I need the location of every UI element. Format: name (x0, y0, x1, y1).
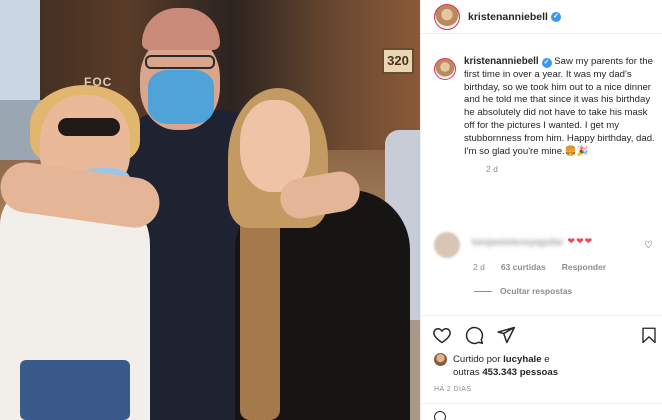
caption-username[interactable]: kristenanniebell (464, 56, 539, 67)
comment-timestamp[interactable]: 2 d (473, 262, 485, 272)
author-username[interactable]: kristenanniebell (468, 11, 548, 23)
post-side-panel: kristenanniebell ✓ kristenanniebell ✓ Saw… (420, 0, 662, 420)
liked-by: Curtido por lucyhale e outras 453.343 pe… (434, 353, 659, 379)
comment-reply-button[interactable]: Responder (562, 262, 606, 272)
comment-meta: 2 d 63 curtidas Responder (473, 262, 659, 272)
liker-avatar[interactable] (434, 353, 447, 366)
liked-by-prefix: Curtido por (453, 354, 501, 365)
daughter-scarf (240, 200, 280, 420)
comment-likes-count[interactable]: 63 curtidas (501, 262, 546, 272)
liked-by-user[interactable]: lucyhale (503, 353, 541, 366)
commenter-avatar[interactable] (434, 232, 460, 258)
hide-replies-button[interactable]: Ocultar respostas (474, 286, 572, 296)
caption-text: kristenanniebell ✓ Saw my parents for the… (464, 56, 659, 158)
hide-replies-line (474, 290, 492, 292)
post-caption: kristenanniebell ✓ Saw my parents for the… (434, 56, 659, 174)
post-date[interactable]: HÁ 2 DIAS (434, 386, 471, 393)
hide-replies-label: Ocultar respostas (500, 286, 573, 296)
bookmark-icon[interactable] (640, 325, 658, 350)
post-actions (432, 325, 516, 350)
sky-background (0, 0, 40, 110)
caption-body: Saw my parents for the first time in ove… (464, 56, 655, 157)
commenter-username[interactable]: benjaminleveyaguilar (472, 237, 564, 247)
father-mask (148, 70, 214, 124)
author-avatar[interactable] (434, 3, 460, 30)
likes-count[interactable]: 453.343 pessoas (482, 367, 558, 378)
paper-plane-icon[interactable] (496, 325, 516, 350)
liked-by-others-prefix: outras (453, 367, 480, 378)
comment-text: benjaminleveyaguilar ❤❤❤ (472, 236, 593, 247)
father-glasses (145, 55, 215, 69)
verified-badge-icon: ✓ (550, 11, 561, 22)
comment-hearts: ❤❤❤ (567, 236, 594, 246)
post-header: kristenanniebell ✓ (421, 0, 662, 34)
caption-avatar[interactable] (434, 58, 456, 80)
post-photo[interactable]: FOC 320 (0, 0, 420, 420)
bottom-divider (421, 403, 662, 404)
address-sign: 320 (382, 48, 414, 74)
caption-verified-badge-icon: ✓ (541, 58, 552, 68)
caption-timestamp[interactable]: 2 d (486, 164, 659, 174)
heart-icon[interactable] (432, 325, 452, 350)
comment-item: benjaminleveyaguilar ❤❤❤ ♡ 2 d 63 curtid… (434, 232, 659, 272)
comment-icon[interactable] (464, 325, 484, 350)
mother-sunglasses (58, 118, 120, 136)
comment-like-heart-icon[interactable]: ♡ (644, 240, 653, 251)
mother-jeans (20, 360, 130, 420)
liked-by-and: e (544, 354, 550, 365)
emoji-icon[interactable] (434, 411, 446, 420)
actions-divider (421, 315, 662, 316)
